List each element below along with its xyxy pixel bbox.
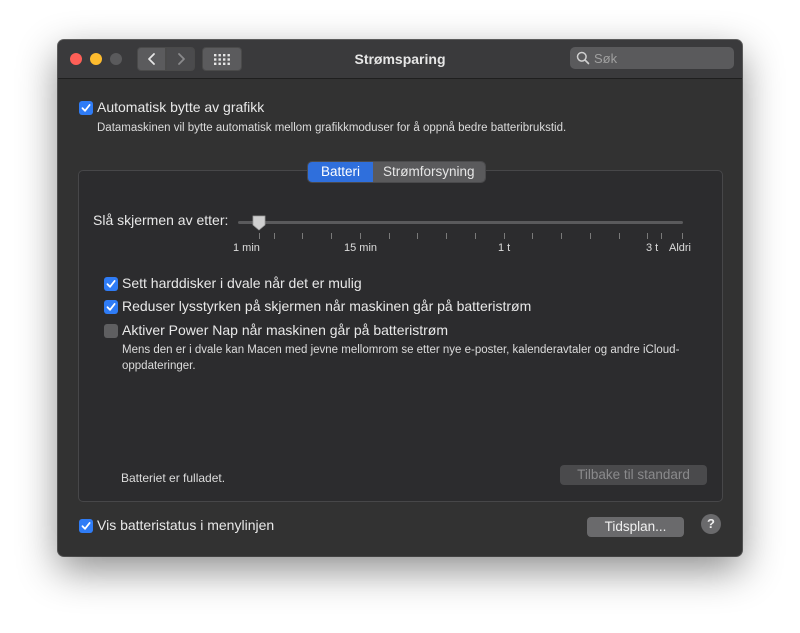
- slider-tick: [647, 233, 648, 239]
- tick-label-3-hours: 3 t: [646, 242, 659, 254]
- slider-tick: [360, 233, 361, 239]
- minimize-window-button[interactable]: [90, 53, 102, 65]
- slider-tick: [274, 233, 275, 239]
- slider-knob[interactable]: [252, 215, 266, 231]
- grid-icon: [214, 53, 230, 65]
- restore-defaults-button[interactable]: Tilbake til standard: [560, 465, 707, 485]
- checkmark-icon: [81, 522, 91, 530]
- slider-tick: [661, 233, 662, 239]
- dim-display-checkbox[interactable]: [104, 300, 118, 314]
- auto-graphics-checkbox[interactable]: [79, 101, 93, 115]
- slider-tick: [446, 233, 447, 239]
- zoom-window-button[interactable]: [110, 53, 122, 65]
- chevron-right-icon: [177, 53, 185, 65]
- tick-label-1-hour: 1 t: [498, 242, 511, 254]
- power-nap-description: Mens den er i dvale kan Macen med jevne …: [122, 344, 680, 372]
- auto-graphics-description: Datamaskinen vil bytte automatisk mellom…: [97, 122, 567, 134]
- help-button[interactable]: ?: [701, 514, 721, 534]
- tick-label-never: Aldri: [669, 242, 692, 254]
- tab-battery[interactable]: Batteri: [308, 162, 374, 182]
- slider-tick: [417, 233, 418, 239]
- power-nap-label[interactable]: Aktiver Power Nap når maskinen går på ba…: [122, 322, 448, 338]
- show-battery-status-checkbox[interactable]: [79, 519, 93, 533]
- display-sleep-slider[interactable]: [238, 221, 683, 224]
- search-field[interactable]: [570, 47, 734, 69]
- slider-tick: [389, 233, 390, 239]
- slider-tick: [259, 233, 260, 239]
- preferences-window: Strømsparing Automatisk bytte av grafikk…: [58, 40, 742, 556]
- slider-tick: [475, 233, 476, 239]
- forward-button[interactable]: [166, 47, 195, 71]
- slider-tick: [331, 233, 332, 239]
- display-sleep-label: Slå skjermen av etter:: [93, 212, 229, 228]
- slider-tick: [590, 233, 591, 239]
- back-button[interactable]: [137, 47, 166, 71]
- search-input[interactable]: [594, 50, 724, 66]
- slider-tick: [561, 233, 562, 239]
- battery-status-text: Batteriet er fulladet.: [121, 471, 226, 485]
- checkmark-icon: [106, 280, 116, 288]
- show-all-button[interactable]: [202, 47, 242, 71]
- auto-graphics-label[interactable]: Automatisk bytte av grafikk: [97, 99, 264, 115]
- schedule-button[interactable]: Tidsplan...: [587, 517, 684, 537]
- power-nap-checkbox[interactable]: [104, 324, 118, 338]
- checkmark-icon: [106, 303, 116, 311]
- tick-label-15-min: 15 min: [344, 242, 378, 254]
- slider-tick: [532, 233, 533, 239]
- title-bar: Strømsparing: [58, 40, 742, 79]
- slider-tick: [302, 233, 303, 239]
- power-source-tabs: Batteri Strømforsyning: [307, 161, 486, 183]
- show-battery-status-label[interactable]: Vis batteristatus i menylinjen: [97, 517, 274, 533]
- slider-tick: [619, 233, 620, 239]
- checkmark-icon: [81, 104, 91, 112]
- disk-sleep-checkbox[interactable]: [104, 277, 118, 291]
- tab-power-adapter[interactable]: Strømforsyning: [373, 162, 485, 182]
- tick-label-1-min: 1 min: [233, 242, 260, 254]
- disk-sleep-label[interactable]: Sett harddisker i dvale når det er mulig: [122, 275, 362, 291]
- search-icon: [576, 51, 590, 65]
- slider-tick: [504, 233, 505, 239]
- dim-display-label[interactable]: Reduser lysstyrken på skjermen når maski…: [122, 298, 531, 314]
- chevron-left-icon: [147, 53, 155, 65]
- close-window-button[interactable]: [70, 53, 82, 65]
- slider-tick: [682, 233, 683, 239]
